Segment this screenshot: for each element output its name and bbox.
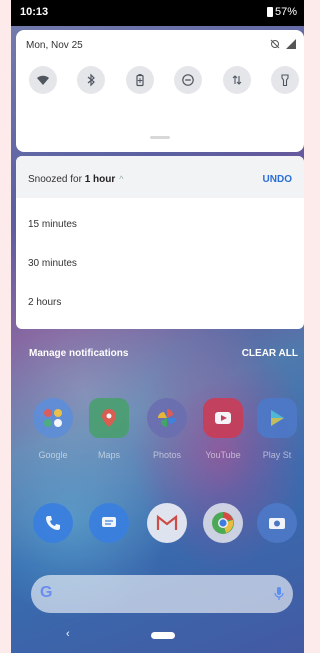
app-gmail[interactable] [147, 503, 187, 543]
gmail-icon [156, 514, 178, 530]
alarm-off-icon [270, 39, 280, 49]
folder-icon [44, 409, 62, 427]
photos-icon [158, 409, 176, 427]
phone-screen: 10:13 57% Mon, Nov 25 Snoozed for 1 hour… [11, 0, 304, 653]
snooze-status: Snoozed for 1 hour ^ [28, 174, 124, 185]
qs-date: Mon, Nov 25 [26, 40, 83, 51]
signal-icon [286, 39, 296, 49]
manage-notifications-button[interactable]: Manage notifications [29, 348, 128, 359]
quick-tiles-row [29, 66, 299, 94]
flashlight-tile[interactable] [270, 66, 299, 94]
app-google-folder[interactable] [33, 398, 73, 438]
mobile-data-tile[interactable] [222, 66, 251, 94]
app-play-store[interactable] [257, 398, 297, 438]
snooze-option-15-minutes[interactable]: 15 minutes [16, 206, 304, 244]
wifi-icon [37, 75, 49, 85]
chevron-up-icon: ^ [119, 174, 124, 184]
messages-icon [102, 517, 116, 527]
snooze-option-30-minutes[interactable]: 30 minutes [16, 245, 304, 283]
play-store-icon [271, 410, 284, 426]
app-maps[interactable] [89, 398, 129, 438]
snooze-option-label: 30 minutes [28, 258, 77, 269]
bluetooth-icon [88, 73, 96, 87]
quick-settings-panel: Mon, Nov 25 [16, 30, 304, 152]
app-camera[interactable] [257, 503, 297, 543]
flashlight-icon [281, 74, 289, 87]
camera-icon [269, 518, 285, 529]
mobile-data-icon [232, 75, 241, 85]
battery-saver-tile[interactable] [125, 66, 154, 94]
do-not-disturb-tile[interactable] [174, 66, 203, 94]
battery-percent: 57% [274, 6, 297, 18]
app-label-maps: Maps [97, 450, 120, 460]
snooze-duration: 1 hour [84, 174, 116, 185]
app-messages[interactable] [89, 503, 129, 543]
youtube-icon [215, 412, 231, 424]
snooze-option-label: 2 hours [28, 297, 62, 308]
home-pill-button[interactable] [151, 632, 175, 639]
google-search-bar[interactable]: G [31, 575, 293, 613]
wifi-tile[interactable] [29, 66, 57, 94]
app-label-play-store: Play St [262, 450, 292, 460]
snooze-notification-card: Snoozed for 1 hour ^ UNDO 15 minutes 30 m… [16, 156, 304, 329]
undo-button[interactable]: UNDO [263, 174, 292, 185]
app-label-google: Google [38, 450, 68, 460]
snooze-option-2-hours[interactable]: 2 hours [16, 284, 304, 322]
qs-drag-handle[interactable] [150, 136, 170, 139]
phone-icon [46, 516, 60, 530]
snooze-option-label: 15 minutes [28, 219, 77, 230]
google-logo-icon: G [40, 584, 53, 601]
chrome-icon [212, 512, 234, 534]
app-photos[interactable] [147, 398, 187, 438]
battery-indicator: 57% [266, 6, 297, 18]
status-time: 10:13 [20, 6, 49, 18]
do-not-disturb-icon [182, 74, 194, 86]
app-label-youtube: YouTube [205, 450, 241, 460]
bluetooth-tile[interactable] [77, 66, 106, 94]
maps-icon [102, 409, 116, 427]
battery-saver-icon [136, 74, 144, 87]
app-phone[interactable] [33, 503, 73, 543]
clear-all-button[interactable]: CLEAR ALL [242, 348, 298, 359]
status-bar: 10:13 57% [11, 0, 304, 26]
app-label-photos: Photos [152, 450, 182, 460]
app-chrome[interactable] [203, 503, 243, 543]
qs-status-icons [270, 39, 296, 49]
snooze-header[interactable]: Snoozed for 1 hour ^ UNDO [16, 156, 304, 198]
microphone-icon[interactable] [274, 586, 284, 602]
snooze-prefix: Snoozed for [28, 174, 85, 185]
back-icon[interactable]: ‹ [66, 628, 70, 640]
app-youtube[interactable] [203, 398, 243, 438]
battery-icon [266, 7, 273, 17]
